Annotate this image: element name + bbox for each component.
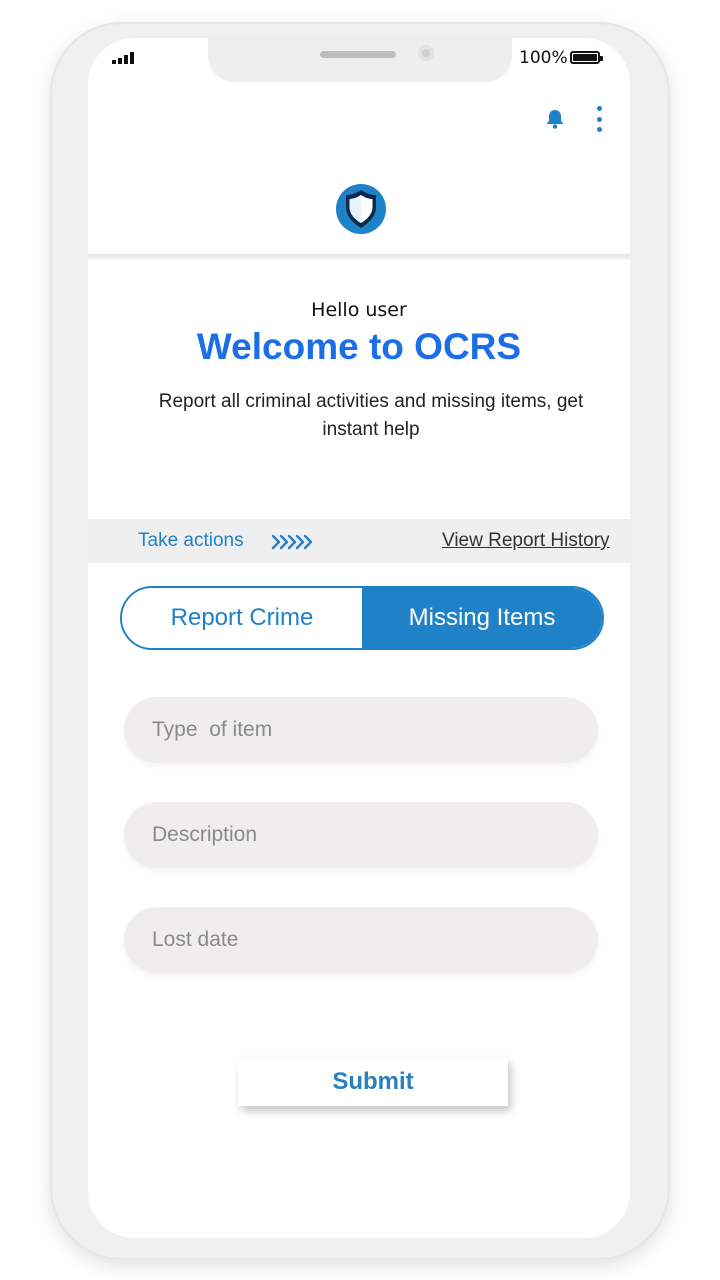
tab-missing-items[interactable]: Missing Items bbox=[362, 588, 602, 648]
bell-icon[interactable] bbox=[543, 107, 567, 131]
header-divider bbox=[88, 254, 630, 260]
phone-notch bbox=[208, 38, 512, 82]
submit-button[interactable]: Submit bbox=[238, 1058, 508, 1106]
subtitle-text: Report all criminal activities and missi… bbox=[158, 391, 584, 440]
description-input[interactable] bbox=[124, 802, 598, 868]
shield-icon bbox=[335, 183, 387, 235]
kebab-menu-icon[interactable] bbox=[592, 106, 606, 132]
page-title: Welcome to OCRS bbox=[196, 326, 522, 367]
signal-bars-icon bbox=[112, 52, 134, 64]
greeting-text: Hello user bbox=[311, 299, 407, 321]
type-of-item-input[interactable] bbox=[124, 697, 598, 763]
lost-date-input[interactable] bbox=[124, 907, 598, 973]
tab-report-crime[interactable]: Report Crime bbox=[122, 588, 362, 648]
double-chevron-right-icon bbox=[270, 533, 318, 551]
take-actions-label: Take actions bbox=[138, 530, 244, 551]
battery-full-icon bbox=[570, 51, 603, 64]
report-type-toggle: Report Crime Missing Items bbox=[120, 586, 604, 650]
front-camera bbox=[418, 45, 434, 61]
battery-percent: 100% bbox=[519, 48, 568, 68]
speaker-grille bbox=[320, 51, 396, 58]
view-report-history-link[interactable]: View Report History bbox=[442, 530, 610, 552]
